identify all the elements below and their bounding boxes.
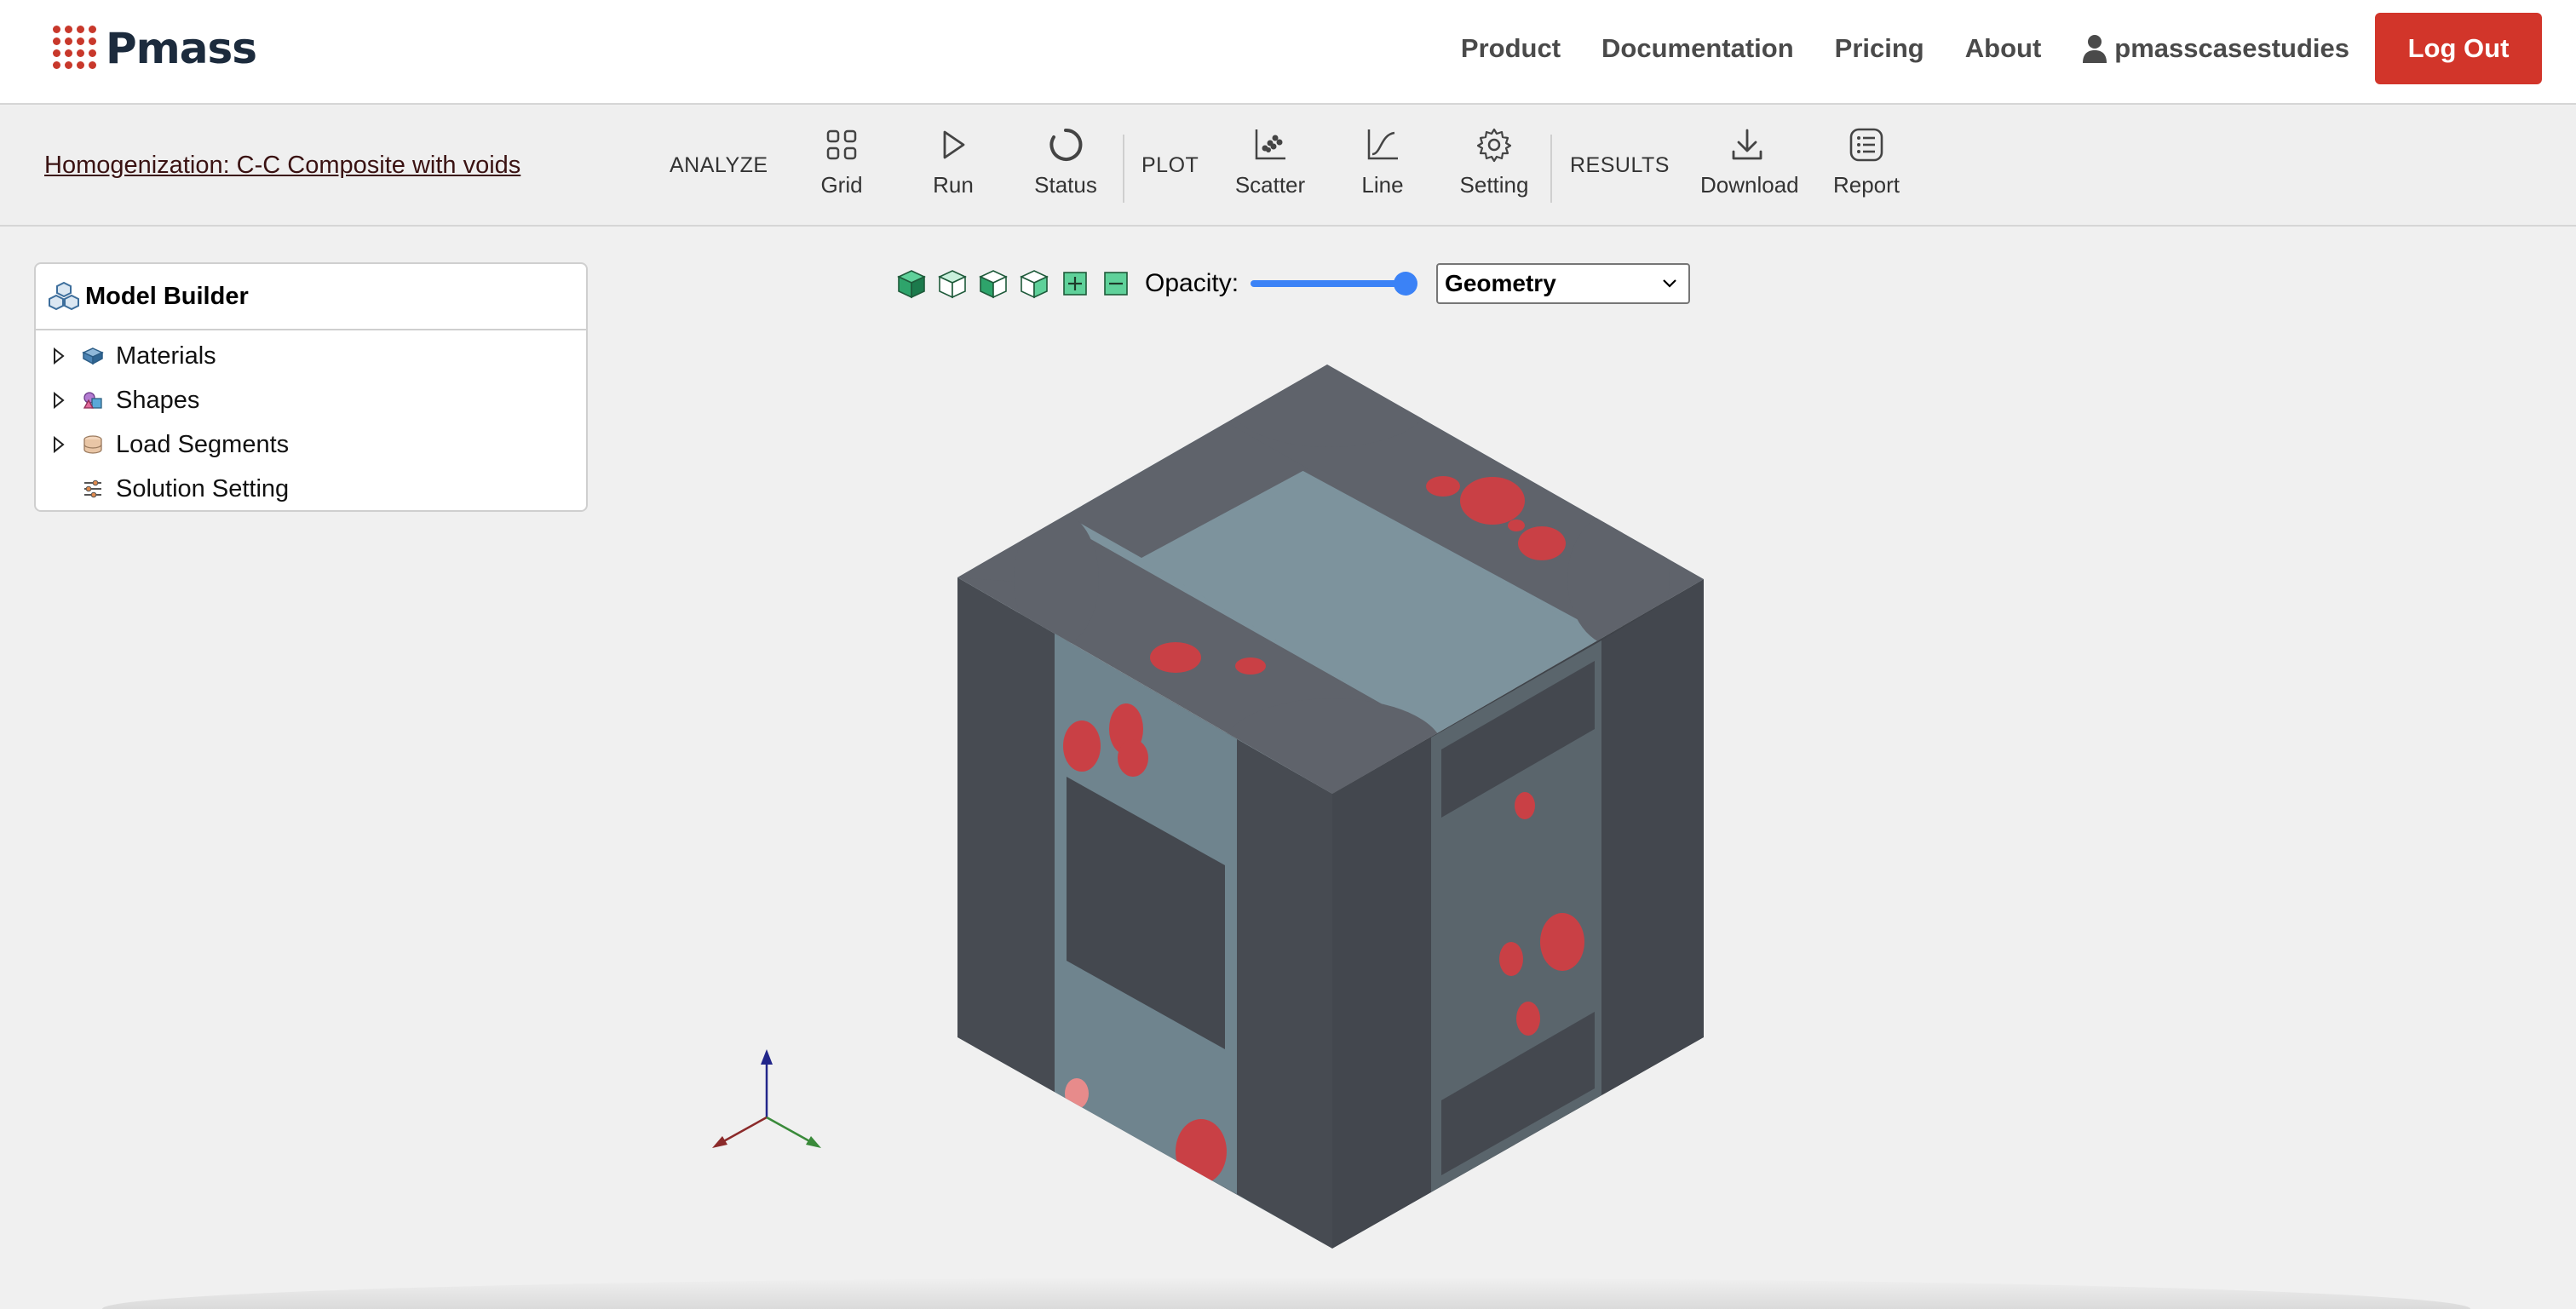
- geometry-viewport: [0, 0, 2576, 1309]
- composite-cube-render[interactable]: [0, 0, 2576, 1309]
- axis-triad-icon: [712, 1049, 821, 1148]
